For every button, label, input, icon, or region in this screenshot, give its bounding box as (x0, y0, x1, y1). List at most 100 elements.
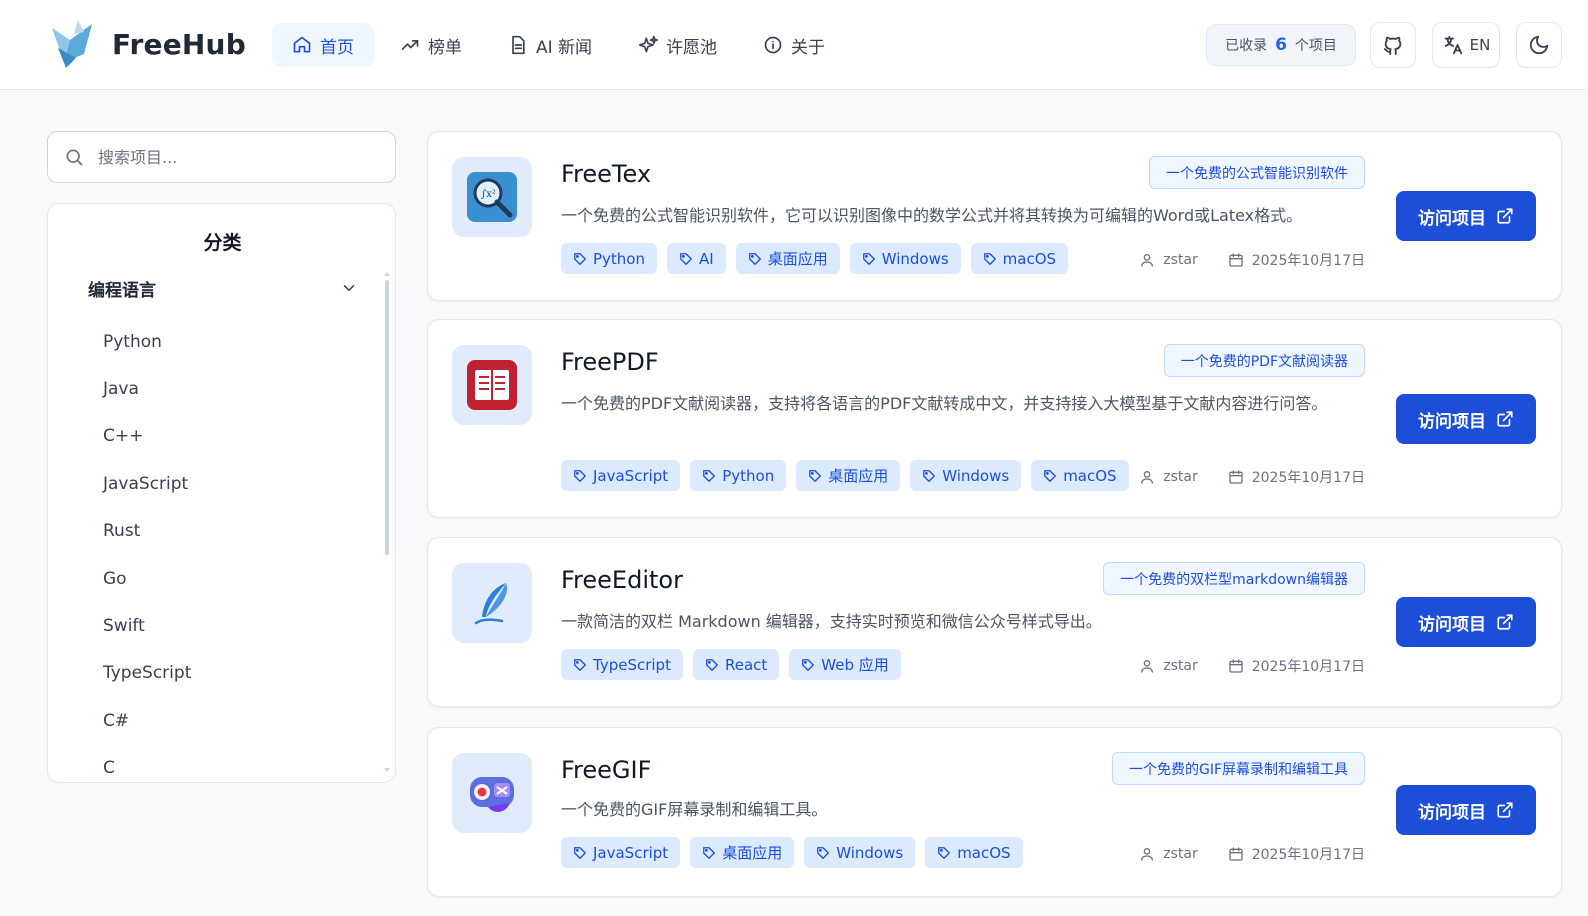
category-item-java[interactable]: Java (103, 365, 363, 412)
project-name[interactable]: FreeTex (561, 160, 651, 188)
nav-about[interactable]: 关于 (743, 23, 845, 67)
search-box[interactable] (47, 131, 396, 183)
translate-icon (1444, 35, 1462, 55)
freetex-app-icon: ∫x² (452, 157, 532, 237)
moon-icon (1529, 35, 1549, 55)
theme-toggle-button[interactable] (1516, 22, 1562, 68)
tag-label: macOS (1002, 249, 1057, 268)
tag-icon (923, 469, 936, 482)
category-list: Python Java C++ JavaScript Rust Go Swift… (103, 318, 363, 782)
external-link-icon (1497, 208, 1513, 224)
document-icon (512, 35, 525, 55)
tag-list: JavaScript Python 桌面应用 Windows macOS (561, 460, 1129, 491)
tag[interactable]: 桌面应用 (735, 243, 840, 274)
tag-label: 桌面应用 (828, 467, 889, 485)
nav-ranking[interactable]: 榜单 (380, 23, 482, 67)
category-item-cpp[interactable]: C++ (103, 413, 363, 460)
tag[interactable]: JavaScript (561, 460, 681, 491)
nav-ai-news-label: AI 新闻 (536, 37, 593, 58)
tag-label: 桌面应用 (767, 250, 828, 268)
category-scrollbar[interactable] (384, 272, 390, 772)
scroll-thumb[interactable] (385, 280, 389, 555)
chevron-down-icon (343, 285, 355, 291)
visit-project-button[interactable]: 访问项目 (1396, 597, 1536, 647)
nav-home[interactable]: 首页 (272, 23, 374, 67)
tag-label: macOS (1063, 466, 1117, 485)
tag-icon (574, 846, 586, 859)
category-item-rust[interactable]: Rust (103, 508, 363, 555)
tag[interactable]: TypeScript (561, 649, 683, 680)
tag[interactable]: macOS (970, 243, 1069, 274)
nav-wishing-pool[interactable]: 许愿池 (618, 23, 737, 67)
category-item-swift[interactable]: Swift (103, 602, 363, 649)
tag-label: 桌面应用 (722, 844, 783, 862)
top-header: FreeHub 首页 榜单 AI 新闻 许愿池 关于 已收录 6 个项目 EN (0, 0, 1588, 90)
freeeditor-app-icon (452, 563, 532, 643)
tag[interactable]: macOS (1031, 460, 1129, 491)
visit-project-button[interactable]: 访问项目 (1396, 785, 1536, 835)
visit-button-label: 访问项目 (1418, 208, 1486, 229)
info-icon (764, 36, 782, 54)
tag-list: Python AI 桌面应用 Windows macOS (561, 243, 1069, 274)
calendar-icon (1229, 253, 1243, 267)
search-input[interactable] (98, 147, 368, 167)
calendar-icon (1229, 659, 1243, 673)
tag[interactable]: React (692, 649, 780, 680)
visit-project-button[interactable]: 访问项目 (1396, 394, 1536, 444)
category-item-go[interactable]: Go (103, 555, 363, 602)
project-name[interactable]: FreeEditor (561, 566, 683, 594)
tag-icon (706, 658, 718, 671)
project-card: FreeGIF 一个免费的GIF屏幕录制和编辑工具 一个免费的GIF屏幕录制和编… (427, 727, 1562, 897)
tag[interactable]: Python (561, 243, 657, 274)
user-icon (1141, 253, 1154, 267)
scroll-down-arrow-icon[interactable] (384, 768, 390, 772)
user-icon (1141, 848, 1154, 861)
category-item-typescript[interactable]: TypeScript (103, 650, 363, 697)
scroll-up-arrow-icon[interactable] (384, 272, 390, 276)
tag-label: AI (699, 249, 714, 268)
tag[interactable]: AI (667, 243, 726, 274)
project-date: 2025年10月17日 (1251, 253, 1365, 269)
tag[interactable]: 桌面应用 (796, 460, 901, 491)
visit-project-button[interactable]: 访问项目 (1396, 191, 1536, 241)
project-card: FreePDF 一个免费的PDF文献阅读器 一个免费的PDF文献阅读器，支持将各… (427, 319, 1562, 518)
tag[interactable]: Windows (910, 460, 1022, 491)
tag[interactable]: Web 应用 (789, 649, 901, 680)
project-meta: zstar 2025年10月17日 (1139, 467, 1365, 487)
tag-label: Python (593, 249, 645, 268)
tag[interactable]: macOS (925, 837, 1023, 868)
nav-wishing-pool-label: 许愿池 (666, 37, 718, 58)
tag[interactable]: Windows (804, 837, 916, 868)
category-item-csharp[interactable]: C# (103, 697, 363, 744)
category-group-programming-languages[interactable]: 编程语言 (88, 276, 358, 301)
language-toggle-button[interactable]: EN (1432, 22, 1500, 68)
project-name[interactable]: FreePDF (561, 348, 659, 376)
tag-label: JavaScript (593, 843, 669, 862)
freepdf-app-icon (452, 345, 532, 425)
trending-icon (401, 40, 419, 51)
project-name[interactable]: FreeGIF (561, 756, 651, 784)
nav-ranking-label: 榜单 (428, 37, 462, 58)
brand-name[interactable]: FreeHub (112, 28, 246, 61)
tag-icon (1044, 469, 1057, 482)
project-count-badge: 已收录 6 个项目 (1206, 24, 1356, 66)
category-item-c[interactable]: C (103, 745, 363, 782)
project-description: 一个免费的PDF文献阅读器，支持将各语言的PDF文献转成中文，并支持接入大模型基… (561, 394, 1328, 413)
github-button[interactable] (1370, 22, 1416, 68)
visit-button-label: 访问项目 (1418, 802, 1486, 823)
tag[interactable]: Windows (849, 243, 961, 274)
project-date: 2025年10月17日 (1251, 470, 1365, 486)
freehub-logo-icon[interactable] (48, 18, 96, 70)
project-card: ∫x² FreeTex 一个免费的公式智能识别软件 一个免费的公式智能识别软件，… (427, 131, 1562, 301)
tag[interactable]: Python (690, 460, 787, 491)
nav-ai-news[interactable]: AI 新闻 (488, 23, 612, 67)
project-badge: 一个免费的PDF文献阅读器 (1163, 344, 1365, 377)
tag[interactable]: 桌面应用 (690, 837, 795, 868)
tag[interactable]: JavaScript (561, 837, 681, 868)
category-item-python[interactable]: Python (103, 318, 363, 365)
category-panel: 分类 编程语言 Python Java C++ JavaScript Rust … (47, 203, 396, 783)
category-item-javascript[interactable]: JavaScript (103, 460, 363, 507)
tag-label: Windows (836, 843, 904, 862)
freegif-app-icon (452, 753, 532, 833)
tag-label: Web 应用 (821, 656, 889, 674)
